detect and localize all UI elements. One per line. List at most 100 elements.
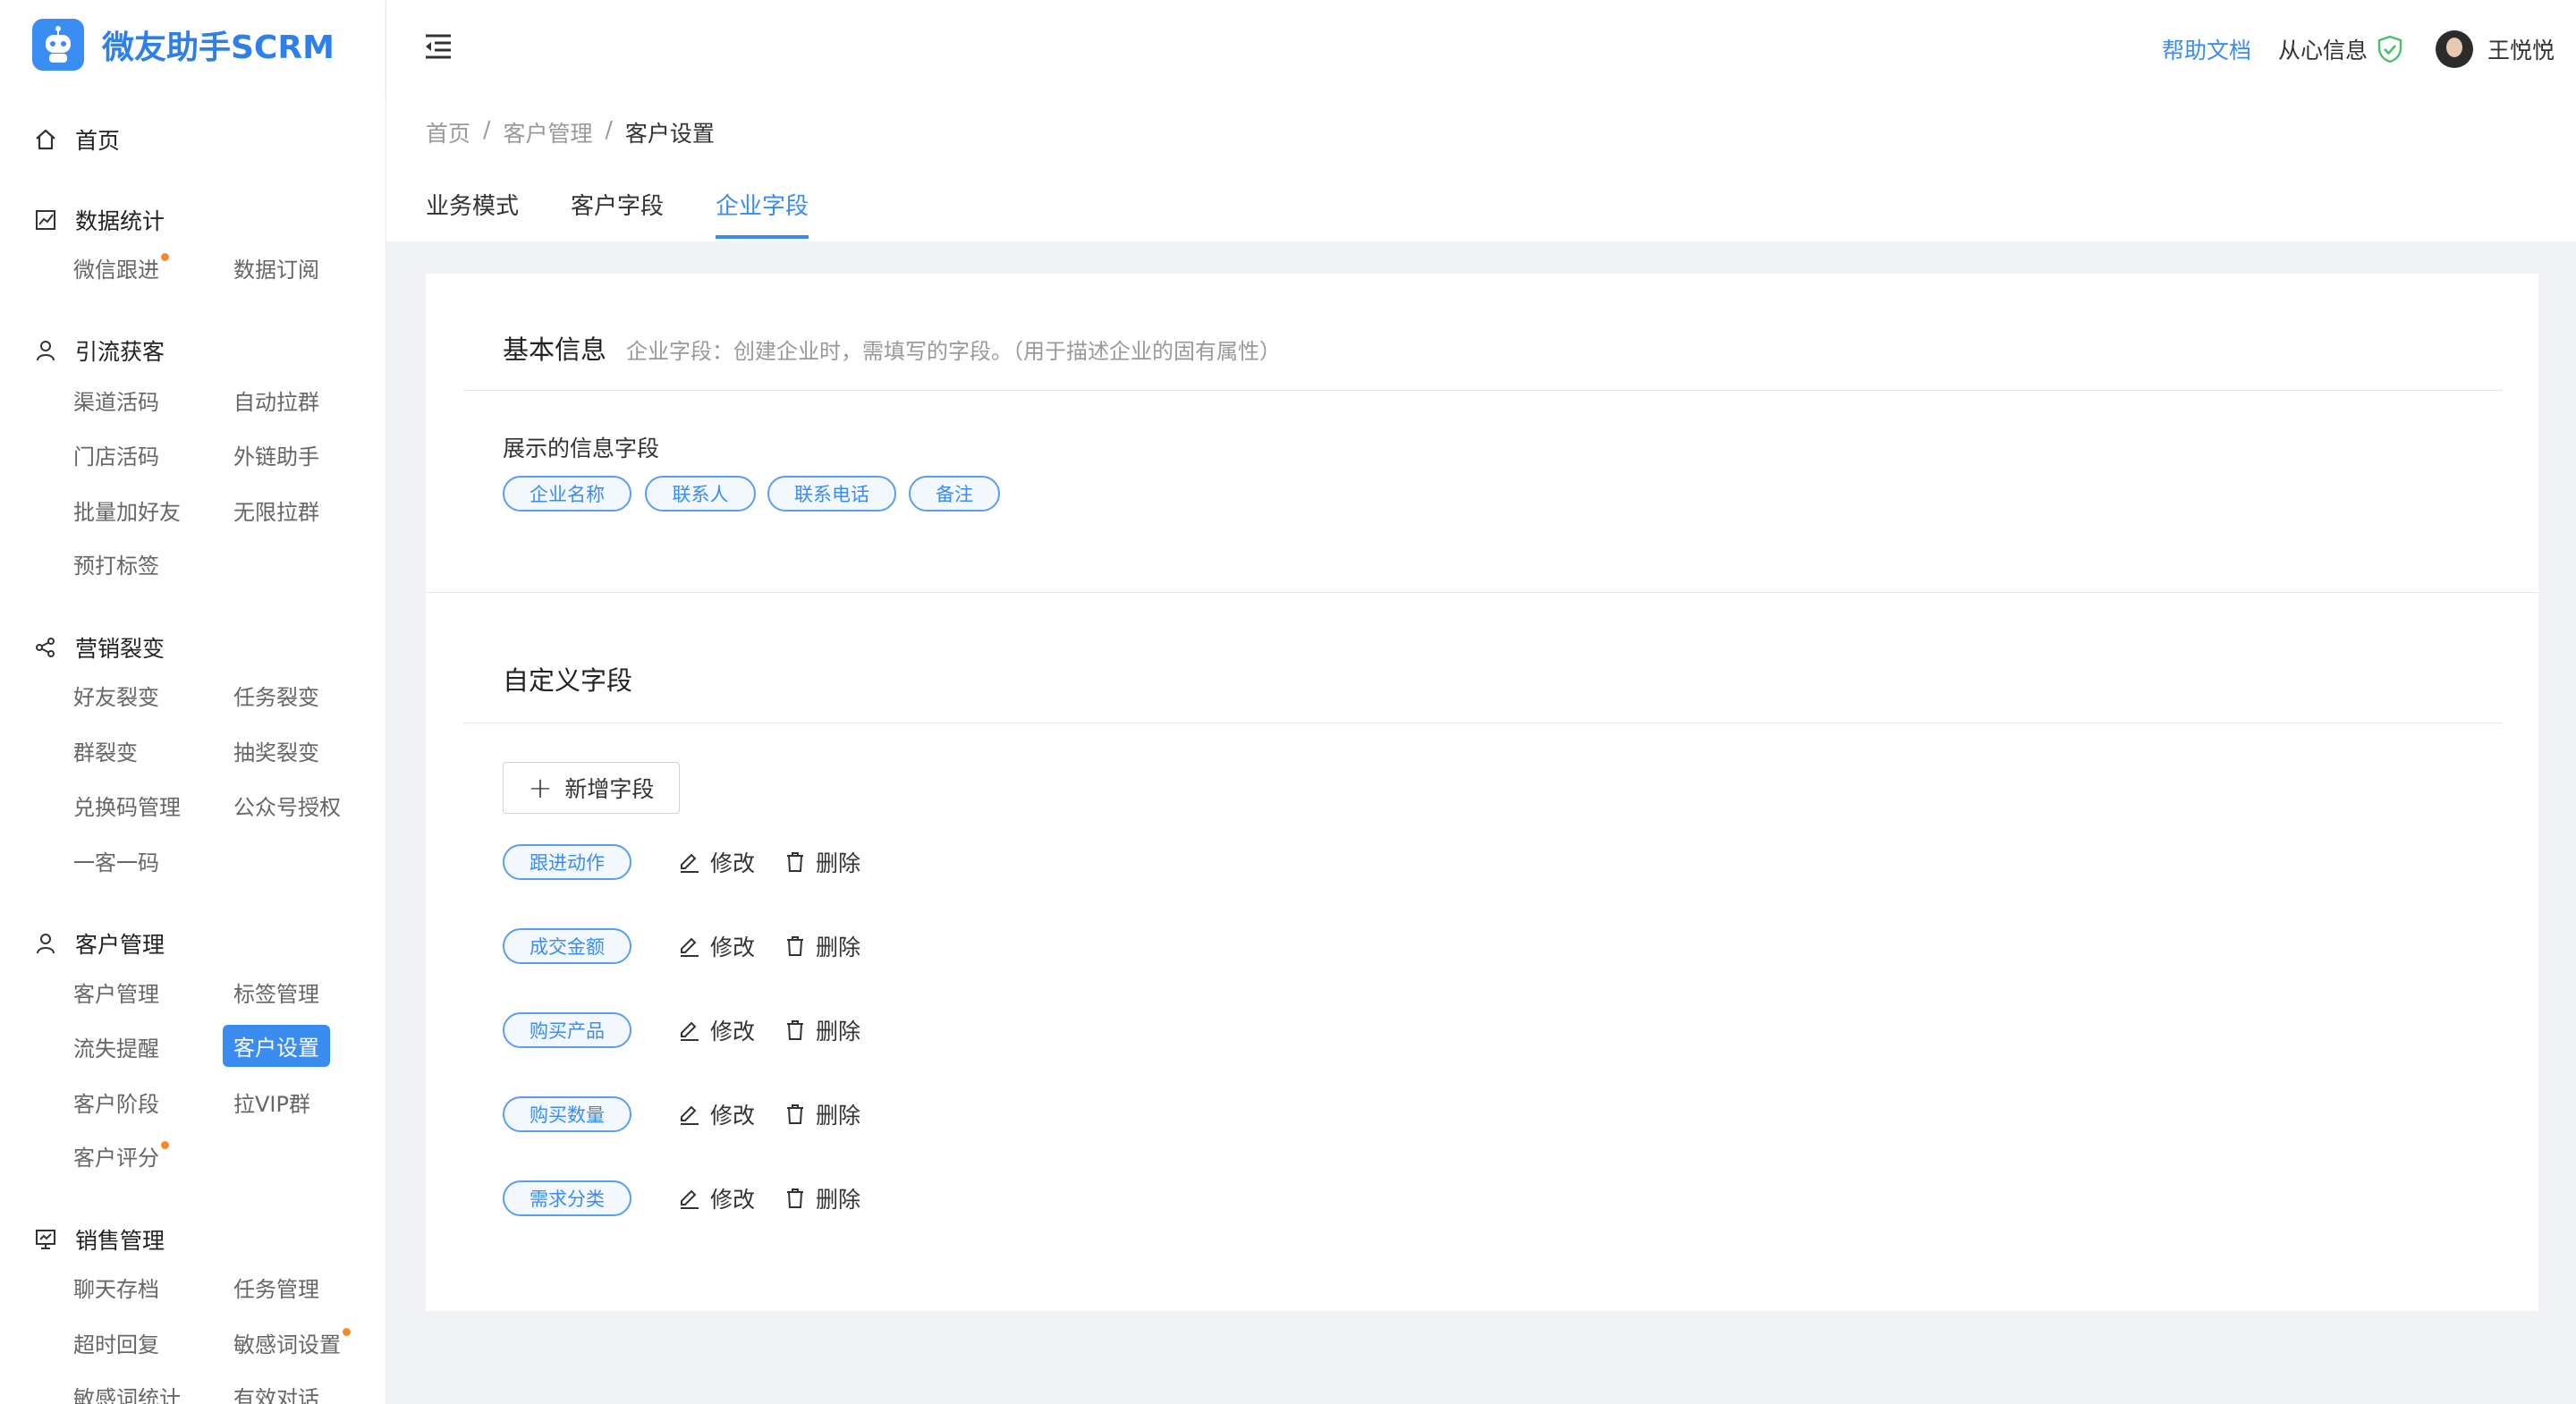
edit-label: 修改 <box>710 935 756 960</box>
sidebar-item-store-code[interactable]: 门店活码 <box>73 439 159 470</box>
breadcrumb-separator: / <box>483 116 491 142</box>
sidebar-item-customer-settings[interactable]: 客户设置 <box>223 1025 330 1067</box>
edit-label: 修改 <box>710 850 756 876</box>
edit-button[interactable]: 修改 <box>678 1014 755 1046</box>
breadcrumb-separator: / <box>605 116 613 142</box>
nav-group-sales[interactable]: 销售管理 <box>32 1223 165 1256</box>
custom-field-tag: 购买产品 <box>503 1012 631 1048</box>
company-name[interactable]: 从心信息 <box>2278 33 2403 65</box>
sidebar-item-chat-archive[interactable]: 聊天存档 <box>73 1272 159 1303</box>
sidebar-item-customer-score[interactable]: 客户评分 <box>73 1140 169 1171</box>
section-title: 基本信息 <box>503 334 607 365</box>
app-name: 微友助手SCRM <box>102 30 335 66</box>
delete-button[interactable]: 删除 <box>784 846 860 878</box>
delete-label: 删除 <box>816 1187 861 1213</box>
sidebar-item-label: 敏感词设置 <box>233 1332 341 1357</box>
sidebar-item-churn-reminder[interactable]: 流失提醒 <box>73 1031 159 1062</box>
nav-home-label: 首页 <box>75 128 121 154</box>
nav-home[interactable]: 首页 <box>32 123 120 156</box>
sidebar-item-task-fission[interactable]: 任务裂变 <box>233 680 319 711</box>
tab-business-mode[interactable]: 业务模式 <box>426 188 519 239</box>
sidebar-item-auto-group[interactable]: 自动拉群 <box>233 385 319 416</box>
app-logo[interactable]: 微友助手SCRM <box>32 18 335 72</box>
nav-group-label: 营销裂变 <box>75 636 165 662</box>
edit-icon <box>681 1021 699 1041</box>
delete-button[interactable]: 删除 <box>784 1182 860 1214</box>
nav-group-label: 引流获客 <box>75 339 165 365</box>
breadcrumb: 首页 / 客户管理 / 客户设置 <box>426 116 715 148</box>
delete-button[interactable]: 删除 <box>784 1014 860 1046</box>
sidebar-item-redeem-code[interactable]: 兑换码管理 <box>73 790 181 821</box>
add-field-button[interactable]: + 新增字段 <box>503 762 680 814</box>
tab-company-fields[interactable]: 企业字段 <box>716 188 809 239</box>
edit-icon <box>681 1189 699 1209</box>
nav-group-acquisition[interactable]: 引流获客 <box>32 334 165 367</box>
sidebar-item-group-fission[interactable]: 群裂变 <box>73 735 138 766</box>
notification-dot <box>161 1141 169 1149</box>
breadcrumb-home[interactable]: 首页 <box>426 116 470 148</box>
sidebar-item-friend-fission[interactable]: 好友裂变 <box>73 680 159 711</box>
avatar[interactable] <box>2435 30 2473 68</box>
sidebar-item-batch-add[interactable]: 批量加好友 <box>73 495 181 526</box>
sidebar-item-one-customer-code[interactable]: 一客一码 <box>73 845 159 876</box>
sidebar-item-official-auth[interactable]: 公众号授权 <box>233 790 341 821</box>
robot-logo-icon <box>32 19 84 71</box>
sidebar-item-task-manage[interactable]: 任务管理 <box>233 1272 319 1303</box>
field-tag: 联系电话 <box>767 476 896 512</box>
notification-dot <box>343 1328 351 1336</box>
help-docs-link[interactable]: 帮助文档 <box>2162 33 2251 65</box>
sidebar-item-data-subscribe[interactable]: 数据订阅 <box>233 252 319 283</box>
edit-button[interactable]: 修改 <box>678 1098 755 1130</box>
edit-button[interactable]: 修改 <box>678 1182 755 1214</box>
menu-collapse-icon[interactable] <box>422 30 458 66</box>
sidebar-item-customer-manage[interactable]: 客户管理 <box>73 977 159 1008</box>
edit-button[interactable]: 修改 <box>678 846 755 878</box>
user-name[interactable]: 王悦悦 <box>2487 33 2555 65</box>
section-description: 企业字段：创建企业时，需填写的字段。（用于描述企业的固有属性） <box>626 339 1282 364</box>
sidebar-item-timeout-reply[interactable]: 超时回复 <box>73 1327 159 1358</box>
sidebar-item-vip-group[interactable]: 拉VIP群 <box>233 1087 310 1118</box>
sidebar-item-channel-code[interactable]: 渠道活码 <box>73 385 159 416</box>
edit-label: 修改 <box>710 1103 756 1129</box>
chart-icon <box>32 207 59 233</box>
company-label: 从心信息 <box>2277 38 2368 63</box>
sidebar-item-wechat-follow[interactable]: 微信跟进 <box>73 252 169 283</box>
share-icon <box>32 634 59 661</box>
shield-check-icon <box>2377 35 2402 63</box>
edit-icon <box>681 1105 699 1125</box>
sidebar-item-link-helper[interactable]: 外链助手 <box>233 439 319 470</box>
section-divider <box>426 592 2538 593</box>
trash-icon <box>787 1104 803 1124</box>
sidebar-item-unlimited-group[interactable]: 无限拉群 <box>233 495 319 526</box>
add-field-label: 新增字段 <box>564 776 655 802</box>
trash-icon <box>787 1188 803 1208</box>
custom-field-tag: 成交金额 <box>503 928 631 964</box>
field-tag: 联系人 <box>645 476 756 512</box>
tab-customer-fields[interactable]: 客户字段 <box>571 188 664 239</box>
delete-button[interactable]: 删除 <box>784 1098 860 1130</box>
sidebar-item-pre-tag[interactable]: 预打标签 <box>73 548 159 579</box>
sidebar-item-customer-stage[interactable]: 客户阶段 <box>73 1087 159 1118</box>
nav-group-customer[interactable]: 客户管理 <box>32 927 165 960</box>
page-top-panel: 首页 / 客户管理 / 客户设置 业务模式 客户字段 企业字段 <box>386 98 2576 241</box>
edit-button[interactable]: 修改 <box>678 930 755 962</box>
delete-label: 删除 <box>816 850 861 876</box>
sidebar-item-sensitive-stats[interactable]: 敏感词统计 <box>73 1381 181 1404</box>
custom-field-tag: 购买数量 <box>503 1096 631 1132</box>
nav-group-data[interactable]: 数据统计 <box>32 204 165 236</box>
section-title: 自定义字段 <box>503 665 633 696</box>
nav-group-label: 客户管理 <box>75 932 165 958</box>
trash-icon <box>787 936 803 956</box>
sidebar-item-tag-manage[interactable]: 标签管理 <box>233 977 319 1008</box>
nav-group-marketing[interactable]: 营销裂变 <box>32 631 165 664</box>
delete-button[interactable]: 删除 <box>784 930 860 962</box>
sidebar-item-sensitive-settings[interactable]: 敏感词设置 <box>233 1327 351 1358</box>
user-icon <box>32 337 59 364</box>
sidebar-item-valid-dialog[interactable]: 有效对话 <box>233 1381 319 1404</box>
breadcrumb-customer-manage[interactable]: 客户管理 <box>503 116 592 148</box>
sidebar-item-lottery-fission[interactable]: 抽奖裂变 <box>233 735 319 766</box>
presentation-icon <box>32 1226 59 1253</box>
field-tag: 企业名称 <box>503 476 631 512</box>
custom-field-tag: 需求分类 <box>503 1180 631 1216</box>
sidebar-item-label: 微信跟进 <box>73 258 159 283</box>
